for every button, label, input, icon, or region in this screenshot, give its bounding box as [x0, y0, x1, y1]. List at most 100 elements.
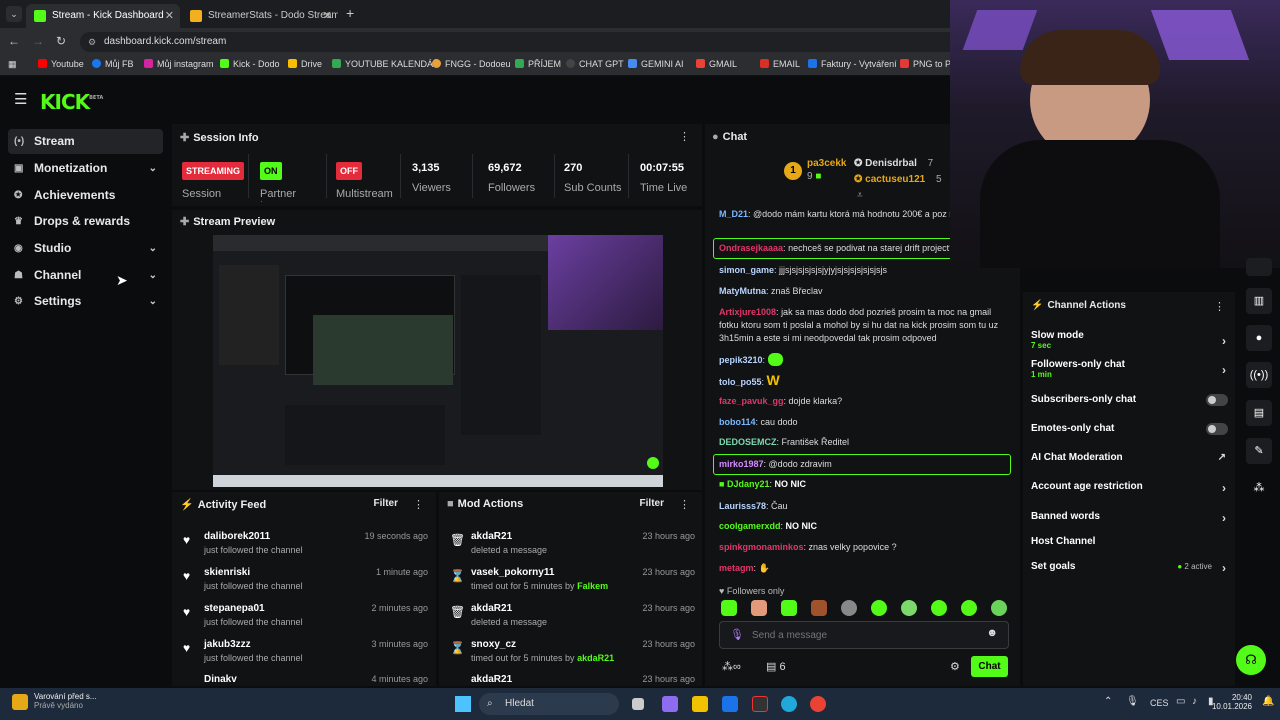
leaderboard-third[interactable]: ✪ cactuseu121 5: [854, 174, 942, 185]
chrome-icon[interactable]: [810, 696, 826, 712]
chat-message-input[interactable]: [752, 627, 972, 643]
reload-icon[interactable]: ↻: [56, 34, 66, 48]
tray-chevron-icon[interactable]: ⌃: [1104, 696, 1112, 707]
chat-users-icon[interactable]: ⁂∞: [722, 660, 741, 673]
notes-icon[interactable]: ▥: [1246, 288, 1272, 314]
bookmark-yt-calendar[interactable]: YOUTUBE KALENDÁŘ: [332, 59, 440, 69]
leaderboard-first[interactable]: pa3cekk 9 ■: [807, 158, 846, 182]
emote-icon[interactable]: [901, 600, 917, 616]
bookmark-drive[interactable]: Drive: [288, 59, 322, 69]
subscribers-only-toggle[interactable]: [1206, 394, 1228, 406]
ai-moderation-setting[interactable]: AI Chat Moderation ↗: [1031, 452, 1228, 463]
quick-action-button[interactable]: [1246, 258, 1272, 276]
chat-message: metagm: ✋: [719, 563, 770, 573]
sidebar-item-studio[interactable]: ◉ Studio ⌄: [8, 236, 163, 261]
broadcast-icon[interactable]: ((•)): [1246, 362, 1272, 388]
apps-icon[interactable]: ▦: [8, 59, 17, 70]
collapse-leaderboard-icon[interactable]: ⩡: [857, 190, 863, 201]
tools-icon[interactable]: ✎: [1246, 438, 1272, 464]
stat-multistream[interactable]: OFF Multistream: [336, 162, 393, 200]
language-indicator[interactable]: CES: [1150, 698, 1169, 708]
bookmark-fb[interactable]: Můj FB: [92, 59, 134, 69]
windows-start-icon[interactable]: [455, 696, 471, 712]
emote-icon[interactable]: [841, 600, 857, 616]
activity-filter-button[interactable]: Filter: [374, 498, 398, 509]
notifications-icon[interactable]: 🔔: [1262, 696, 1274, 707]
community-icon[interactable]: ⁂: [1246, 475, 1272, 501]
support-button[interactable]: ☊: [1236, 645, 1266, 675]
sidebar-item-drops[interactable]: ♛ Drops & rewards: [8, 209, 163, 234]
banned-words-setting[interactable]: Banned words ›: [1031, 511, 1228, 525]
gift-sub-icon[interactable]: ▤ 6: [766, 660, 786, 673]
emote-icon[interactable]: [991, 600, 1007, 616]
taskbar-search[interactable]: ⌕ Hledat: [479, 693, 619, 715]
emoji-picker-icon[interactable]: ☻: [986, 627, 998, 639]
file-explorer-icon[interactable]: [692, 696, 708, 712]
emote-icon[interactable]: [961, 600, 977, 616]
chat-bubble-icon[interactable]: ●: [1246, 325, 1272, 351]
slow-mode-setting[interactable]: Slow mode 7 sec ›: [1031, 330, 1228, 350]
sidebar-item-stream[interactable]: (•) Stream: [8, 129, 163, 154]
new-tab-button[interactable]: +: [346, 5, 354, 21]
emote-icon[interactable]: [811, 600, 827, 616]
emote-icon[interactable]: [871, 600, 887, 616]
mod-filter-button[interactable]: Filter: [640, 498, 664, 509]
weather-widget[interactable]: Varování před s... Právě vydáno: [12, 692, 97, 710]
bookmark-png-to-pdf[interactable]: PNG to PD: [900, 59, 958, 69]
set-goals-setting[interactable]: Set goals ● 2 active ›: [1031, 561, 1228, 575]
tab-search-button[interactable]: ⌄: [6, 6, 22, 22]
emote-icon[interactable]: [931, 600, 947, 616]
microphone-tray-icon[interactable]: 🎙: [1126, 696, 1139, 707]
site-info-icon[interactable]: ⚙: [88, 32, 96, 52]
layers-icon[interactable]: ▤: [1246, 400, 1272, 426]
back-icon[interactable]: ←: [8, 34, 20, 48]
close-tab-icon[interactable]: ✕: [165, 4, 174, 28]
more-options-icon[interactable]: ⋮: [679, 498, 690, 511]
host-channel-setting[interactable]: Host Channel: [1031, 536, 1228, 547]
microphone-icon[interactable]: 🎙: [730, 628, 744, 641]
bookmark-chatgpt[interactable]: CHAT GPT: [566, 59, 624, 69]
edge-icon[interactable]: [781, 696, 797, 712]
chat-settings-icon[interactable]: ⚙: [950, 660, 960, 673]
network-icon[interactable]: ▭: [1176, 696, 1185, 707]
browser-tab-streamerstats[interactable]: StreamerStats - Dodo Stream B ✕: [182, 4, 338, 28]
account-age-setting[interactable]: Account age restriction ›: [1031, 481, 1228, 495]
bookmark-instagram[interactable]: Můj instagram: [144, 59, 214, 69]
bookmark-gmail[interactable]: GMAIL: [696, 59, 737, 69]
sidebar-item-achievements[interactable]: ✪ Achievements: [8, 183, 163, 208]
send-chat-button[interactable]: Chat: [971, 656, 1008, 677]
stream-preview-video[interactable]: [213, 235, 663, 487]
more-options-icon[interactable]: ⋮: [679, 130, 690, 143]
bookmark-prijem[interactable]: PŘÍJEM: [515, 59, 561, 69]
leaderboard-second[interactable]: ✪ Denisdrbal 7: [854, 158, 933, 169]
sidebar-item-settings[interactable]: ⚙ Settings ⌄: [8, 289, 163, 314]
bookmark-youtube[interactable]: Youtube: [38, 59, 84, 69]
emote-icon[interactable]: [781, 600, 797, 616]
followers-only-setting[interactable]: Followers-only chat 1 min ›: [1031, 359, 1228, 379]
more-options-icon[interactable]: ⋮: [413, 498, 424, 511]
copilot-icon[interactable]: [662, 696, 678, 712]
url-input[interactable]: ⚙ dashboard.kick.com/stream: [80, 32, 960, 52]
task-view-icon[interactable]: [632, 698, 644, 710]
emote-icon[interactable]: [751, 600, 767, 616]
more-options-icon[interactable]: ⋮: [1214, 300, 1225, 313]
capcut-icon[interactable]: [752, 696, 768, 712]
sidebar-item-monetization[interactable]: ▣ Monetization ⌄: [8, 156, 163, 181]
browser-tab-kick[interactable]: Stream - Kick Dashboard ✕: [26, 4, 180, 28]
stat-partner-income[interactable]: ON Partner Income: [260, 162, 320, 202]
bookmark-fngg[interactable]: FNGG - Dodoeu: [432, 59, 511, 69]
bookmark-kick[interactable]: Kick - Dodo: [220, 59, 280, 69]
sidebar-item-channel[interactable]: ☗ Channel ⌄: [8, 263, 163, 288]
bookmark-gemini[interactable]: GEMINI AI: [628, 59, 684, 69]
bookmark-faktury[interactable]: Faktury - Vytváření: [808, 59, 897, 69]
forward-icon[interactable]: →: [32, 34, 44, 48]
hamburger-menu-icon[interactable]: ☰: [14, 90, 27, 108]
outlook-icon[interactable]: [722, 696, 738, 712]
volume-icon[interactable]: ♪: [1192, 696, 1197, 707]
emote-icon[interactable]: [721, 600, 737, 616]
kick-logo[interactable]: KICKBETA: [40, 90, 103, 114]
clock[interactable]: 20:40 10.01.2026: [1212, 693, 1252, 711]
bookmark-email[interactable]: EMAIL: [760, 59, 800, 69]
emotes-only-toggle[interactable]: [1206, 423, 1228, 435]
close-tab-icon[interactable]: ✕: [323, 4, 332, 28]
